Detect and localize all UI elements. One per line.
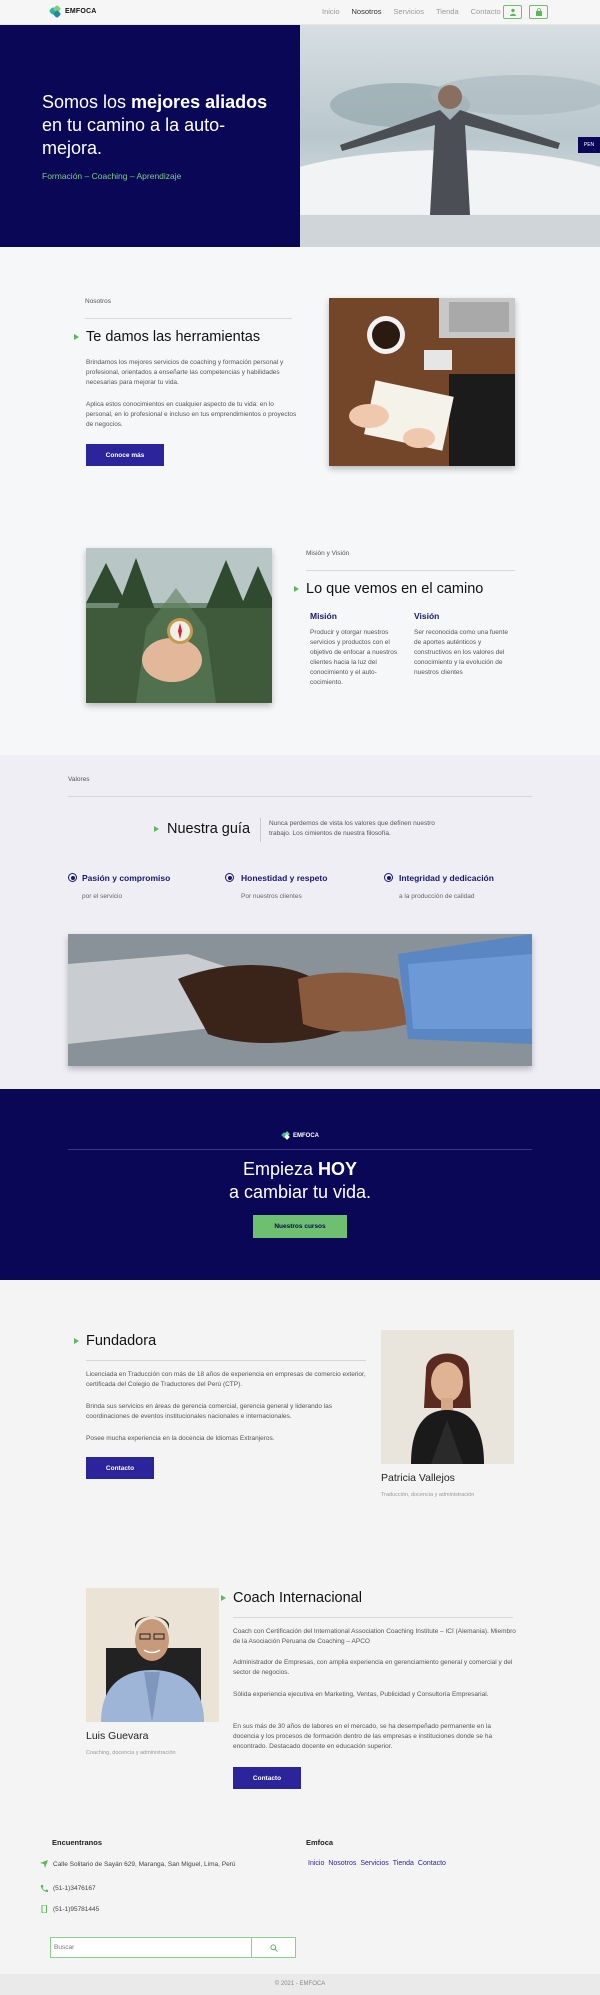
value-1-sub: por el servicio [82,893,123,900]
phone-icon [40,1885,48,1892]
copyright-bar: © 2021 - EMFOCA [0,1974,600,1995]
language-currency-tab[interactable]: PEN [578,137,600,153]
founder-paragraph-1: Licenciada en Traducción con más de 18 a… [86,1371,366,1388]
hero-title: Somos los mejores aliados en tu camino a… [42,92,268,158]
compass-forest-image [86,548,272,703]
divider [85,318,292,319]
main-nav: Inicio Nosotros Servicios Tienda Contact… [322,7,501,16]
cart-button[interactable] [529,5,548,19]
vision-subtitle: Visión [414,611,440,621]
founder-paragraph-3: Posee mucha experiencia en la docencia d… [86,1435,275,1442]
account-button[interactable] [503,5,522,19]
coach-role: Coaching, docencia y administración [86,1750,176,1756]
search-icon [269,1943,278,1952]
brand-logo[interactable]: EMFOCA [48,4,97,19]
founder-role: Traducción, docencia y administración [381,1492,475,1498]
footer-links-title: Emfoca [306,1838,334,1847]
founder-paragraph-2: Brinda sus servicios en áreas de gerenci… [86,1403,333,1420]
learn-more-button[interactable]: Conoce más [86,444,164,466]
search-bar [50,1937,296,1958]
arrow-icon [294,586,299,592]
about-paragraph-2: Aplica estos conocimientos en cualquier … [86,401,297,428]
nav-contacto[interactable]: Contacto [471,7,501,16]
cta-logo-text: EMFOCA [293,1132,319,1139]
search-input[interactable] [51,1938,251,1957]
coach-name: Luis Guevara [86,1730,149,1742]
arrow-icon [74,334,79,340]
mission-text: Producir y otorgar nuestros servicios y … [310,629,398,686]
footer-links: Inicio Nosotros Servicios Tienda Contact… [308,1860,446,1867]
founder-photo [381,1330,514,1464]
vision-text: Ser reconocida como una fuente de aporte… [414,629,508,676]
value-3-sub: a la producción de calidad [399,893,475,900]
nav-inicio[interactable]: Inicio [322,7,340,16]
footer-find-title: Encuentranos [52,1838,103,1847]
value-3-title: Integridad y dedicación [399,873,494,883]
location-arrow-icon [40,1860,48,1868]
about-title: Te damos las herramientas [86,329,261,345]
footer-phone-1: (51-1)3476167 [40,1884,96,1892]
site-header: EMFOCA Inicio Nosotros Servicios Tienda … [0,0,600,25]
divider [86,1360,366,1361]
radio-dot-icon [68,873,77,882]
footer-link-nosotros[interactable]: Nosotros [328,1860,356,1867]
footer-link-inicio[interactable]: Inicio [308,1860,324,1867]
arrow-icon [74,1338,79,1344]
value-1-title: Pasión y compromiso [82,873,171,883]
coach-photo [86,1588,219,1722]
cta-logo: EMFOCA [281,1131,319,1140]
handshake-image [68,934,532,1066]
values-title: Nuestra guía [167,821,251,837]
page: EMFOCA Inicio Nosotros Servicios Tienda … [0,0,600,1995]
arrow-icon [221,1595,226,1601]
coach-paragraph-3: Sólida experiencia ejecutiva en Marketin… [233,1691,489,1698]
user-icon [509,8,516,16]
value-2-title: Honestidad y respeto [241,873,328,883]
desk-workspace-image [329,298,515,466]
mission-title: Lo que vemos en el camino [306,581,484,597]
cta-title: Empieza HOY a cambiar tu vida. [228,1159,372,1202]
nav-servicios[interactable]: Servicios [394,7,424,16]
footer-link-tienda[interactable]: Tienda [393,1860,414,1867]
hero-image [300,25,600,247]
coach-contact-button[interactable]: Contacto [233,1767,301,1789]
mission-eyebrow: Misión y Visión [306,550,350,557]
courses-button[interactable]: Nuestros cursos [253,1215,347,1238]
search-button[interactable] [251,1938,295,1957]
arrow-icon [154,826,159,832]
footer-link-servicios[interactable]: Servicios [360,1860,388,1867]
footer-address: Calle Solitario de Sayán 629, Maranga, S… [40,1860,235,1868]
footer-phone-2: (51-1)95781445 [40,1905,99,1913]
about-paragraph-1: Brindamos los mejores servicios de coach… [86,359,284,386]
radio-dot-icon [384,873,393,882]
brand-name: EMFOCA [65,8,97,15]
founder-title: Fundadora [86,1333,157,1349]
logo-mark-icon [281,1131,290,1140]
about-eyebrow: Nosotros [85,298,112,305]
divider [68,1149,532,1150]
hero-subtitle: Formación – Coaching – Aprendizaje [42,171,182,181]
logo-mark-icon [48,4,62,19]
mission-subtitle: Misión [310,611,337,621]
founder-name: Patricia Vallejos [381,1472,455,1484]
values-description: Nunca perdemos de vista los valores que … [269,820,435,837]
mobile-phone-icon [41,1905,47,1913]
nav-nosotros[interactable]: Nosotros [352,7,382,16]
shopping-bag-icon [535,8,542,16]
divider [68,796,532,797]
coach-title: Coach Internacional [233,1590,362,1606]
values-eyebrow: Valores [68,776,90,783]
value-2-sub: Por nuestros clientes [241,893,302,900]
nav-tienda[interactable]: Tienda [436,7,459,16]
coach-paragraph-4: En sus más de 30 años de labores en el m… [233,1723,493,1750]
radio-dot-icon [225,873,234,882]
vertical-divider [260,818,261,842]
footer-link-contacto[interactable]: Contacto [418,1860,446,1867]
founder-contact-button[interactable]: Contacto [86,1457,154,1479]
divider [233,1617,513,1618]
divider [306,570,515,571]
coach-paragraph-2: Administrador de Empresas, con amplia ex… [233,1659,513,1676]
coach-paragraph-1: Coach con Certificación del Internationa… [233,1628,516,1645]
